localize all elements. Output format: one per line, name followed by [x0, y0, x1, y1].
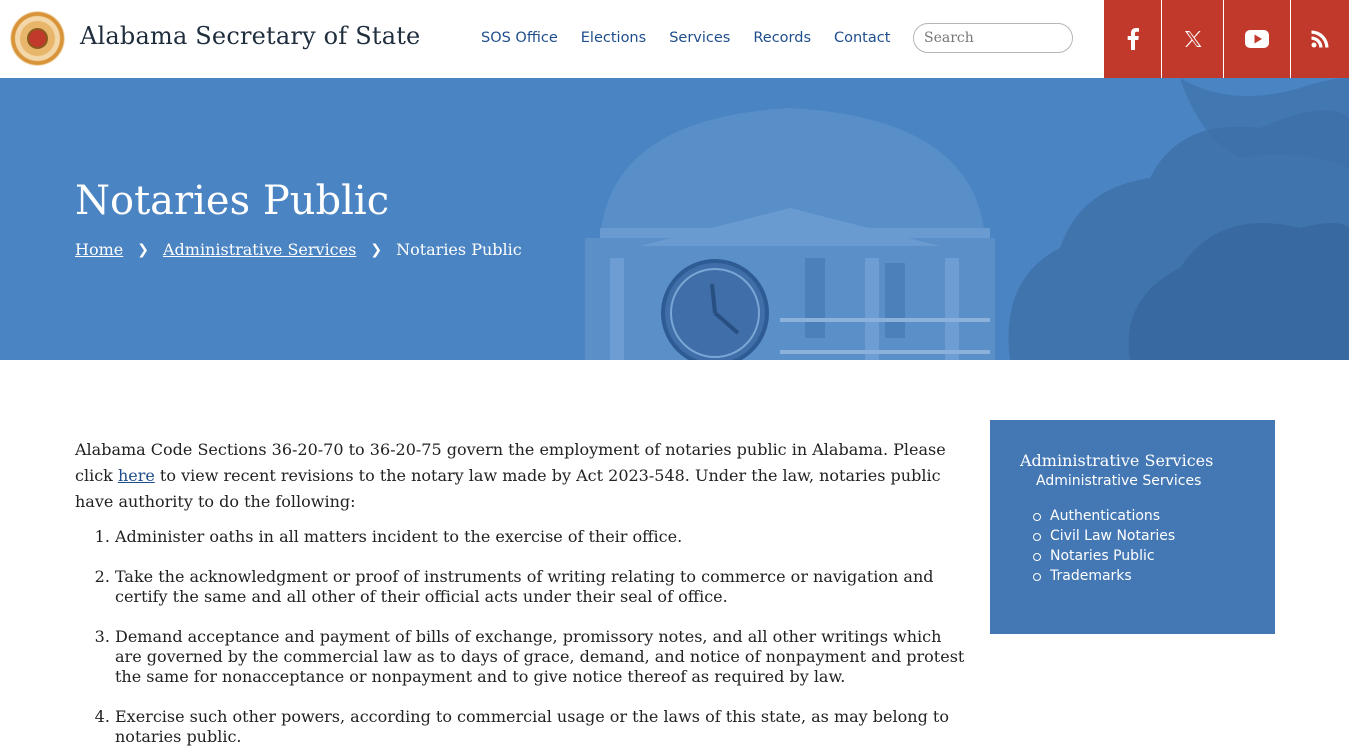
search-input[interactable] — [913, 23, 1073, 53]
sidebar-item-civil-law-notaries[interactable]: Civil Law Notaries — [1032, 526, 1175, 546]
nav-contact[interactable]: Contact — [834, 30, 890, 46]
main-nav: SOS Office Elections Services Records Co… — [481, 30, 890, 46]
list-item: Exercise such other powers, according to… — [115, 707, 970, 747]
site-title[interactable]: Alabama Secretary of State — [80, 22, 420, 50]
facebook-icon — [1127, 28, 1139, 50]
sidebar-item-label[interactable]: Trademarks — [1050, 568, 1132, 584]
here-link[interactable]: here — [118, 466, 155, 485]
list-item: Demand acceptance and payment of bills o… — [115, 627, 970, 687]
sidebar-subtitle-link[interactable]: Administrative Services — [1036, 473, 1201, 489]
intro-paragraph: Alabama Code Sections 36-20-70 to 36-20-… — [75, 440, 946, 511]
sidebar-item-notaries-public[interactable]: Notaries Public — [1032, 546, 1175, 566]
list-item: Administer oaths in all matters incident… — [115, 527, 970, 547]
breadcrumb-home[interactable]: Home — [75, 240, 123, 259]
authority-list: Administer oaths in all matters incident… — [115, 527, 970, 747]
rss-icon — [1311, 30, 1329, 48]
x-icon — [1184, 31, 1201, 47]
chevron-right-icon: ❯ — [370, 241, 383, 258]
nav-elections[interactable]: Elections — [581, 30, 646, 46]
x-link[interactable] — [1162, 0, 1223, 78]
chevron-right-icon: ❯ — [137, 241, 149, 258]
page-title: Notaries Public — [75, 178, 390, 224]
state-seal-icon[interactable] — [10, 11, 65, 66]
sidebar-item-authentications[interactable]: Authentications — [1032, 506, 1175, 526]
sidebar-title: Administrative Services — [1020, 451, 1214, 470]
breadcrumb-administrative-services[interactable]: Administrative Services — [163, 240, 356, 259]
sidebar-item-trademarks[interactable]: Trademarks — [1032, 566, 1175, 586]
list-item: Take the acknowledgment or proof of inst… — [115, 567, 970, 607]
sidebar: Administrative Services Administrative S… — [990, 420, 1275, 634]
sidebar-item-label[interactable]: Notaries Public — [1050, 548, 1155, 564]
nav-services[interactable]: Services — [669, 30, 730, 46]
sidebar-item-label[interactable]: Civil Law Notaries — [1050, 528, 1175, 544]
rss-link[interactable] — [1291, 0, 1349, 78]
sidebar-item-label[interactable]: Authentications — [1050, 508, 1160, 524]
site-header: Alabama Secretary of State SOS Office El… — [0, 0, 1349, 78]
youtube-icon — [1245, 30, 1269, 48]
nav-sos-office[interactable]: SOS Office — [481, 30, 558, 46]
hero-banner: Notaries Public Home ❯ Administrative Se… — [0, 78, 1349, 360]
breadcrumb-current: Notaries Public — [396, 240, 522, 259]
nav-records[interactable]: Records — [753, 30, 811, 46]
facebook-link[interactable] — [1104, 0, 1161, 78]
main-content: Alabama Code Sections 36-20-70 to 36-20-… — [75, 437, 970, 749]
sidebar-links: Authentications Civil Law Notaries Notar… — [1032, 506, 1175, 586]
youtube-link[interactable] — [1224, 0, 1290, 78]
breadcrumb: Home ❯ Administrative Services ❯ Notarie… — [75, 240, 522, 259]
